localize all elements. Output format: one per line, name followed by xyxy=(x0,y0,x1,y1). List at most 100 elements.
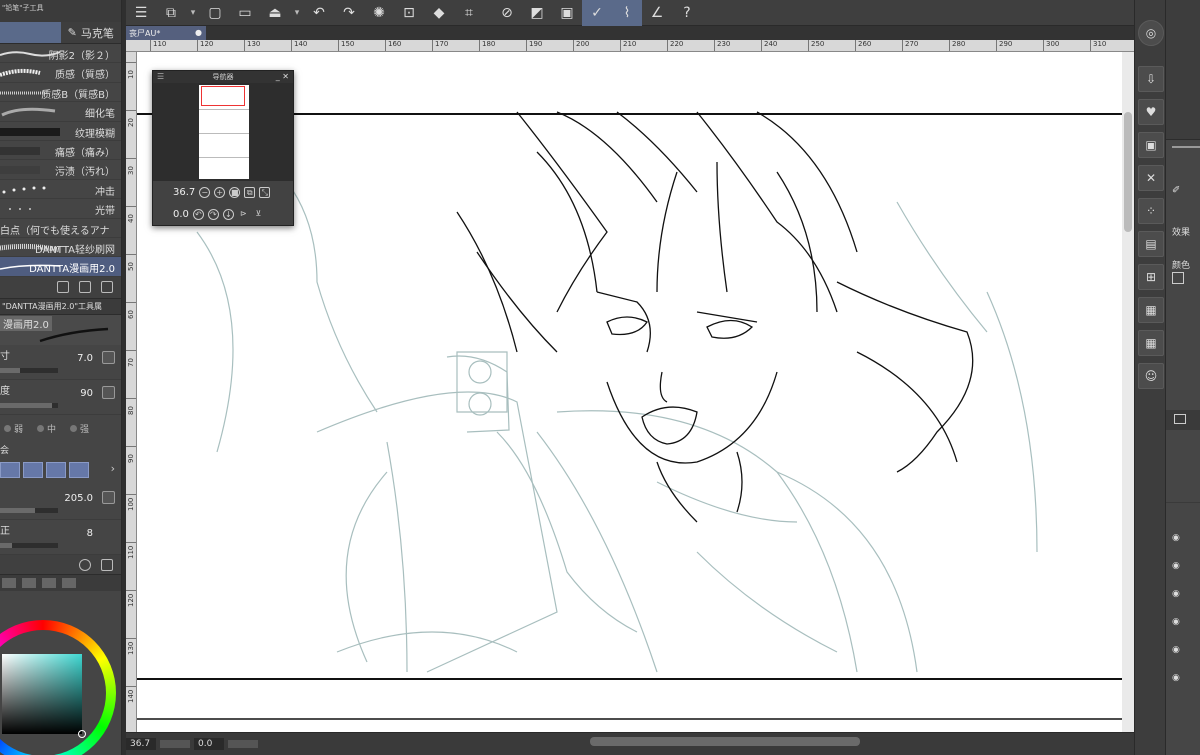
new-layer-icon[interactable]: ⧉ xyxy=(156,0,186,26)
open-icon[interactable]: ▭ xyxy=(230,0,260,26)
color-tab[interactable] xyxy=(62,577,76,588)
eraser-icon[interactable]: ∠ xyxy=(642,0,672,26)
prop-density[interactable]: 度 90 xyxy=(0,380,121,415)
brush-item[interactable]: 光带 xyxy=(0,199,121,219)
size-toggle-icon[interactable] xyxy=(102,350,115,364)
new-canvas-icon[interactable]: ▢ xyxy=(200,0,230,26)
navigator-zoom-value[interactable]: 36.7 xyxy=(173,187,195,198)
navigator-view-frame[interactable] xyxy=(201,86,245,106)
color-tab[interactable] xyxy=(2,577,16,588)
invert-icon[interactable]: ◩ xyxy=(522,0,552,26)
zoom-slider[interactable] xyxy=(160,740,190,748)
prop-slider[interactable] xyxy=(0,367,58,373)
eye-icon[interactable]: ◉ xyxy=(1172,645,1180,655)
prop-slider[interactable] xyxy=(0,507,58,513)
help-icon[interactable]: ? xyxy=(672,0,702,26)
prop-brush-size[interactable]: 寸 7.0 xyxy=(0,345,121,380)
save-icon[interactable]: ⏏ xyxy=(260,0,290,26)
shape-swatch[interactable] xyxy=(0,461,20,478)
person-icon[interactable]: ☺ xyxy=(1138,363,1164,389)
color-picker-knob[interactable] xyxy=(78,730,86,738)
aa-weak[interactable]: 弱 xyxy=(4,422,23,435)
eye-icon[interactable]: ◉ xyxy=(1172,589,1180,599)
eyedropper-icon[interactable]: ✐ xyxy=(1172,185,1180,196)
undo-icon[interactable]: ↶ xyxy=(304,0,334,26)
reset-rotation-icon[interactable]: ↓ xyxy=(222,208,234,220)
prop-value[interactable]: 8 xyxy=(87,528,93,539)
flip-horizontal-icon[interactable]: ⊳ xyxy=(238,209,249,220)
status-zoom[interactable]: 36.7 xyxy=(126,738,156,750)
actual-size-icon[interactable]: ⧉ xyxy=(244,186,256,198)
aa-medium[interactable]: 中 xyxy=(37,422,56,435)
settings-icon[interactable] xyxy=(101,558,113,571)
fit-icon[interactable]: ■ xyxy=(229,186,241,198)
vertical-ruler[interactable]: 10 20 30 40 50 60 70 80 90 100 110 120 130 140 xyxy=(126,52,137,732)
loading-icon[interactable]: ✺ xyxy=(364,0,394,26)
duplicate-icon[interactable] xyxy=(79,280,91,293)
prop-stabilization[interactable]: 正 8 xyxy=(0,520,121,555)
import-icon[interactable]: ⇩ xyxy=(1138,66,1164,92)
prop-value[interactable]: 7.0 xyxy=(77,353,93,364)
menu-icon[interactable]: ☰ xyxy=(126,0,156,26)
antialias-options[interactable]: 弱 中 强 xyxy=(0,415,121,443)
brush-item[interactable]: DANTTA轻纱刷网 xyxy=(0,238,121,258)
shape-swatch[interactable] xyxy=(69,461,89,478)
rotate-left-icon[interactable]: ↶ xyxy=(192,208,204,220)
prop-value[interactable]: 90 xyxy=(80,388,93,399)
color-tab[interactable] xyxy=(22,577,36,588)
eye-icon[interactable]: ◉ xyxy=(1172,561,1180,571)
eye-icon[interactable]: ◉ xyxy=(1172,617,1180,627)
pen-icon[interactable]: ✓ xyxy=(582,0,612,26)
sub-view-icon[interactable]: ▤ xyxy=(1138,231,1164,257)
layer-row[interactable] xyxy=(1166,475,1200,503)
brush-item[interactable]: 白点（何でも使えるアナ xyxy=(0,219,121,238)
panel-menu-icon[interactable]: ☰ xyxy=(157,71,164,83)
chevron-down-icon[interactable]: ▾ xyxy=(290,0,304,26)
aa-strong[interactable]: 强 xyxy=(70,422,89,435)
brush-item[interactable]: 阴影2（影２） xyxy=(0,44,121,64)
brush-item[interactable]: 质感（質感） xyxy=(0,63,121,83)
pattern-icon[interactable]: ⁘ xyxy=(1138,198,1164,224)
shape-swatch[interactable] xyxy=(23,461,43,478)
density-toggle-icon[interactable] xyxy=(102,385,115,399)
brush-icon[interactable]: ⌇ xyxy=(612,0,642,26)
tab-marker[interactable]: ✎ 马克笔 xyxy=(60,22,121,43)
status-rotation[interactable]: 0.0 xyxy=(194,738,224,750)
layer-property-icon[interactable]: ✕ xyxy=(1138,165,1164,191)
horizontal-ruler[interactable]: 110 120 130 140 150 160 170 180 190 200 210 220 230 2… xyxy=(126,40,1134,52)
color-set-icon[interactable]: ⊞ xyxy=(1138,264,1164,290)
navigator-preview[interactable] xyxy=(153,83,293,181)
prop-spacing[interactable]: 205.0 xyxy=(0,485,121,520)
rotation-slider[interactable] xyxy=(228,740,258,748)
material-icon[interactable]: ▣ xyxy=(1138,132,1164,158)
redo-icon[interactable]: ↷ xyxy=(334,0,364,26)
download-icon[interactable] xyxy=(57,280,69,293)
shape-swatch[interactable] xyxy=(46,461,66,478)
prop-value[interactable]: 205.0 xyxy=(64,493,93,504)
fill-icon[interactable]: ◆ xyxy=(424,0,454,26)
color-tab[interactable] xyxy=(42,577,56,588)
chevron-right-icon[interactable]: › xyxy=(111,462,115,475)
navigator-toggle-icon[interactable]: ◎ xyxy=(1138,20,1164,46)
eye-icon[interactable]: ◉ xyxy=(1172,533,1180,543)
chevron-down-icon[interactable]: ▾ xyxy=(186,0,200,26)
spacing-toggle-icon[interactable] xyxy=(102,490,115,504)
brush-item[interactable]: 污渍（汚れ） xyxy=(0,160,121,180)
auto-action-icon[interactable]: ▦ xyxy=(1138,330,1164,356)
prop-slider[interactable] xyxy=(0,542,58,548)
brush-item[interactable]: 质感B（質感B） xyxy=(0,83,121,103)
grid-icon[interactable]: ▦ xyxy=(1138,297,1164,323)
fit-window-icon[interactable]: ⤡ xyxy=(259,186,271,198)
flip-vertical-icon[interactable]: ⊻ xyxy=(253,209,264,220)
vertical-scrollbar[interactable] xyxy=(1122,52,1134,732)
document-tab[interactable]: 丧尸AU* ● xyxy=(126,26,206,40)
navigator-rotation-value[interactable]: 0.0 xyxy=(173,209,189,220)
clear-icon[interactable]: ⊡ xyxy=(394,0,424,26)
brush-item[interactable]: 纹理模糊 xyxy=(0,122,121,141)
eye-icon[interactable]: ◉ xyxy=(1172,673,1180,683)
selection-border-icon[interactable]: ▣ xyxy=(552,0,582,26)
trash-icon[interactable] xyxy=(101,280,113,293)
brush-item[interactable]: 冲击 xyxy=(0,180,121,200)
zoom-in-icon[interactable]: + xyxy=(214,186,226,198)
navigator-titlebar[interactable]: ☰ 导航器 _ ✕ xyxy=(153,71,293,83)
